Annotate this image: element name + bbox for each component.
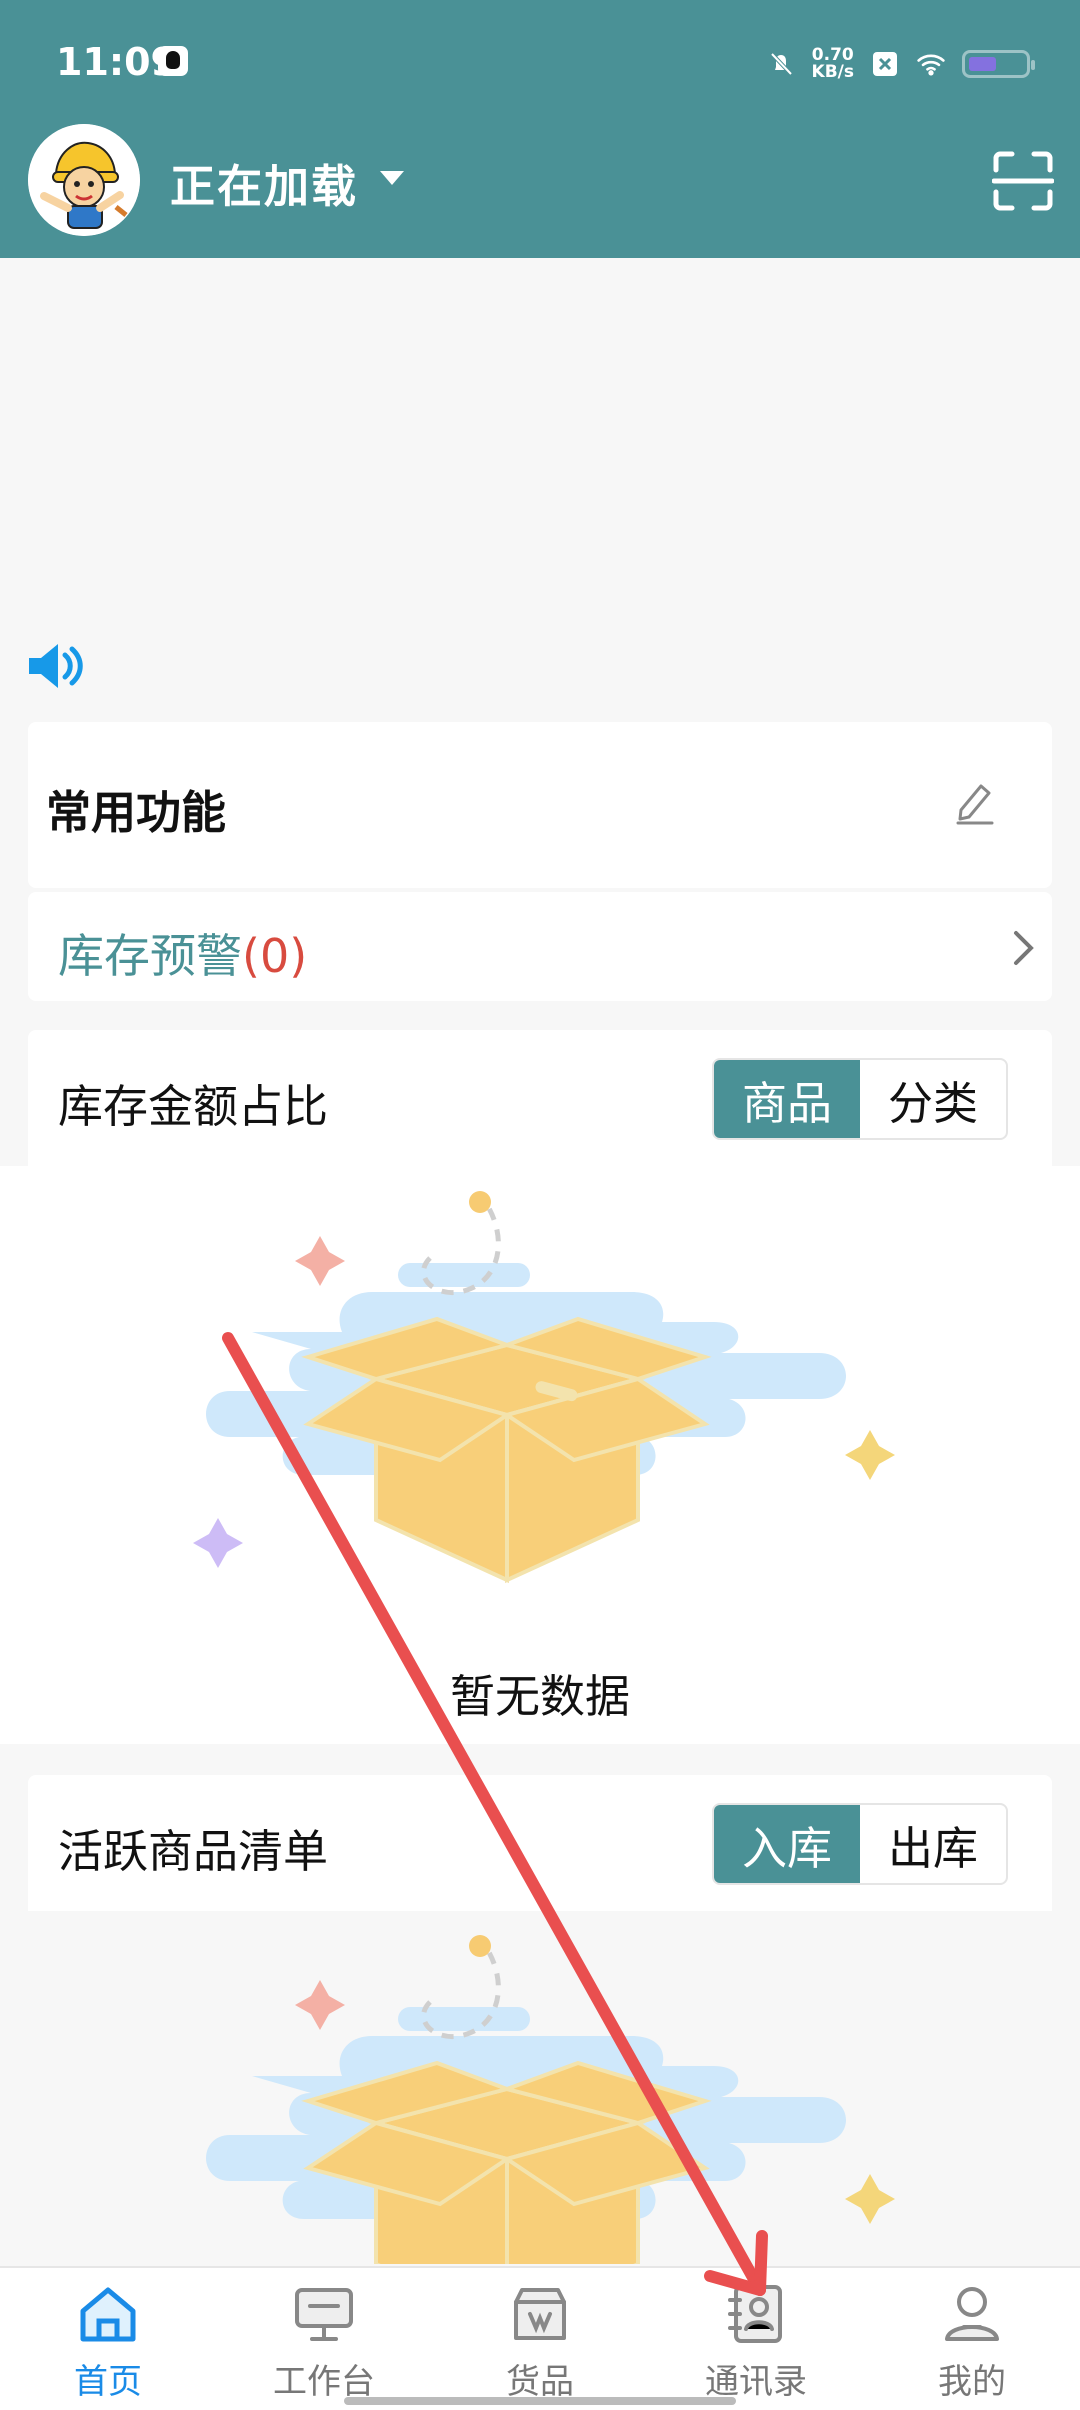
active-goods-panel: 活跃商品清单 入库 出库 <box>28 1775 1052 1911</box>
bottom-navigation: 首页 工作台 货品 通讯录 我的 <box>0 2266 1080 2410</box>
chevron-right-icon <box>1014 931 1034 965</box>
profile-icon <box>945 2287 999 2341</box>
store-name-selector[interactable]: 正在加载 <box>170 150 358 215</box>
nav-workbench[interactable]: 工作台 <box>216 2268 432 2410</box>
announcement-speaker-icon <box>29 644 83 688</box>
category-tab[interactable]: 分类 <box>860 1060 1006 1138</box>
home-indicator[interactable] <box>344 2397 736 2405</box>
home-icon <box>80 2287 136 2342</box>
empty-box-icon <box>193 1191 895 1584</box>
nav-goods-label: 货品 <box>506 2362 574 2402</box>
stock-amount-ratio-panel: 库存金额占比 商品 分类 <box>28 1030 1052 1166</box>
stock-warning-row[interactable]: 库存预警(0) <box>28 892 1052 1001</box>
worker-avatar[interactable] <box>28 124 140 236</box>
active-goods-title: 活跃商品清单 <box>58 1825 329 1878</box>
scan-icon[interactable] <box>992 150 1054 212</box>
wifi-icon <box>917 54 945 76</box>
goods-tab[interactable]: 商品 <box>714 1060 860 1138</box>
edit-icon[interactable] <box>954 778 996 826</box>
mute-bell-icon <box>770 52 792 76</box>
empty-data-text: 暂无数据 <box>449 1670 630 1723</box>
nav-home-label: 首页 <box>74 2362 142 2402</box>
common-functions-title: 常用功能 <box>46 786 227 839</box>
nav-contacts[interactable]: 通讯录 <box>648 2268 864 2410</box>
status-bar: 11:09 0.70 KB/s <box>0 0 1080 120</box>
inbound-tab[interactable]: 入库 <box>714 1805 860 1883</box>
nav-contacts-label: 通讯录 <box>705 2362 807 2402</box>
active-goods-segment: 入库 出库 <box>712 1803 1008 1885</box>
qq-notification-icon <box>158 46 188 76</box>
network-speed: 0.70 KB/s <box>811 45 854 82</box>
nav-profile-label: 我的 <box>938 2362 1006 2402</box>
nav-home[interactable]: 首页 <box>0 2268 216 2410</box>
stock-amount-segment: 商品 分类 <box>712 1058 1008 1140</box>
dropdown-triangle-icon[interactable] <box>380 171 404 185</box>
close-square-icon <box>873 52 897 76</box>
common-functions-panel: 常用功能 <box>28 722 1052 888</box>
battery-icon <box>962 50 1035 78</box>
nav-workbench-label: 工作台 <box>273 2362 375 2402</box>
status-icons: 0.70 KB/s <box>766 38 1035 90</box>
contacts-icon <box>728 2285 782 2343</box>
nav-profile[interactable]: 我的 <box>864 2268 1080 2410</box>
outbound-tab[interactable]: 出库 <box>860 1805 1006 1883</box>
desktop-icon <box>295 2288 353 2341</box>
goods-icon <box>514 2288 566 2340</box>
stock-warning-label: 库存预警(0) <box>58 929 308 983</box>
stock-amount-title: 库存金额占比 <box>58 1080 329 1133</box>
app-header: 11:09 0.70 KB/s 正在加载 <box>0 0 1080 258</box>
nav-goods[interactable]: 货品 <box>432 2268 648 2410</box>
empty-box-icon <box>206 1935 895 2264</box>
